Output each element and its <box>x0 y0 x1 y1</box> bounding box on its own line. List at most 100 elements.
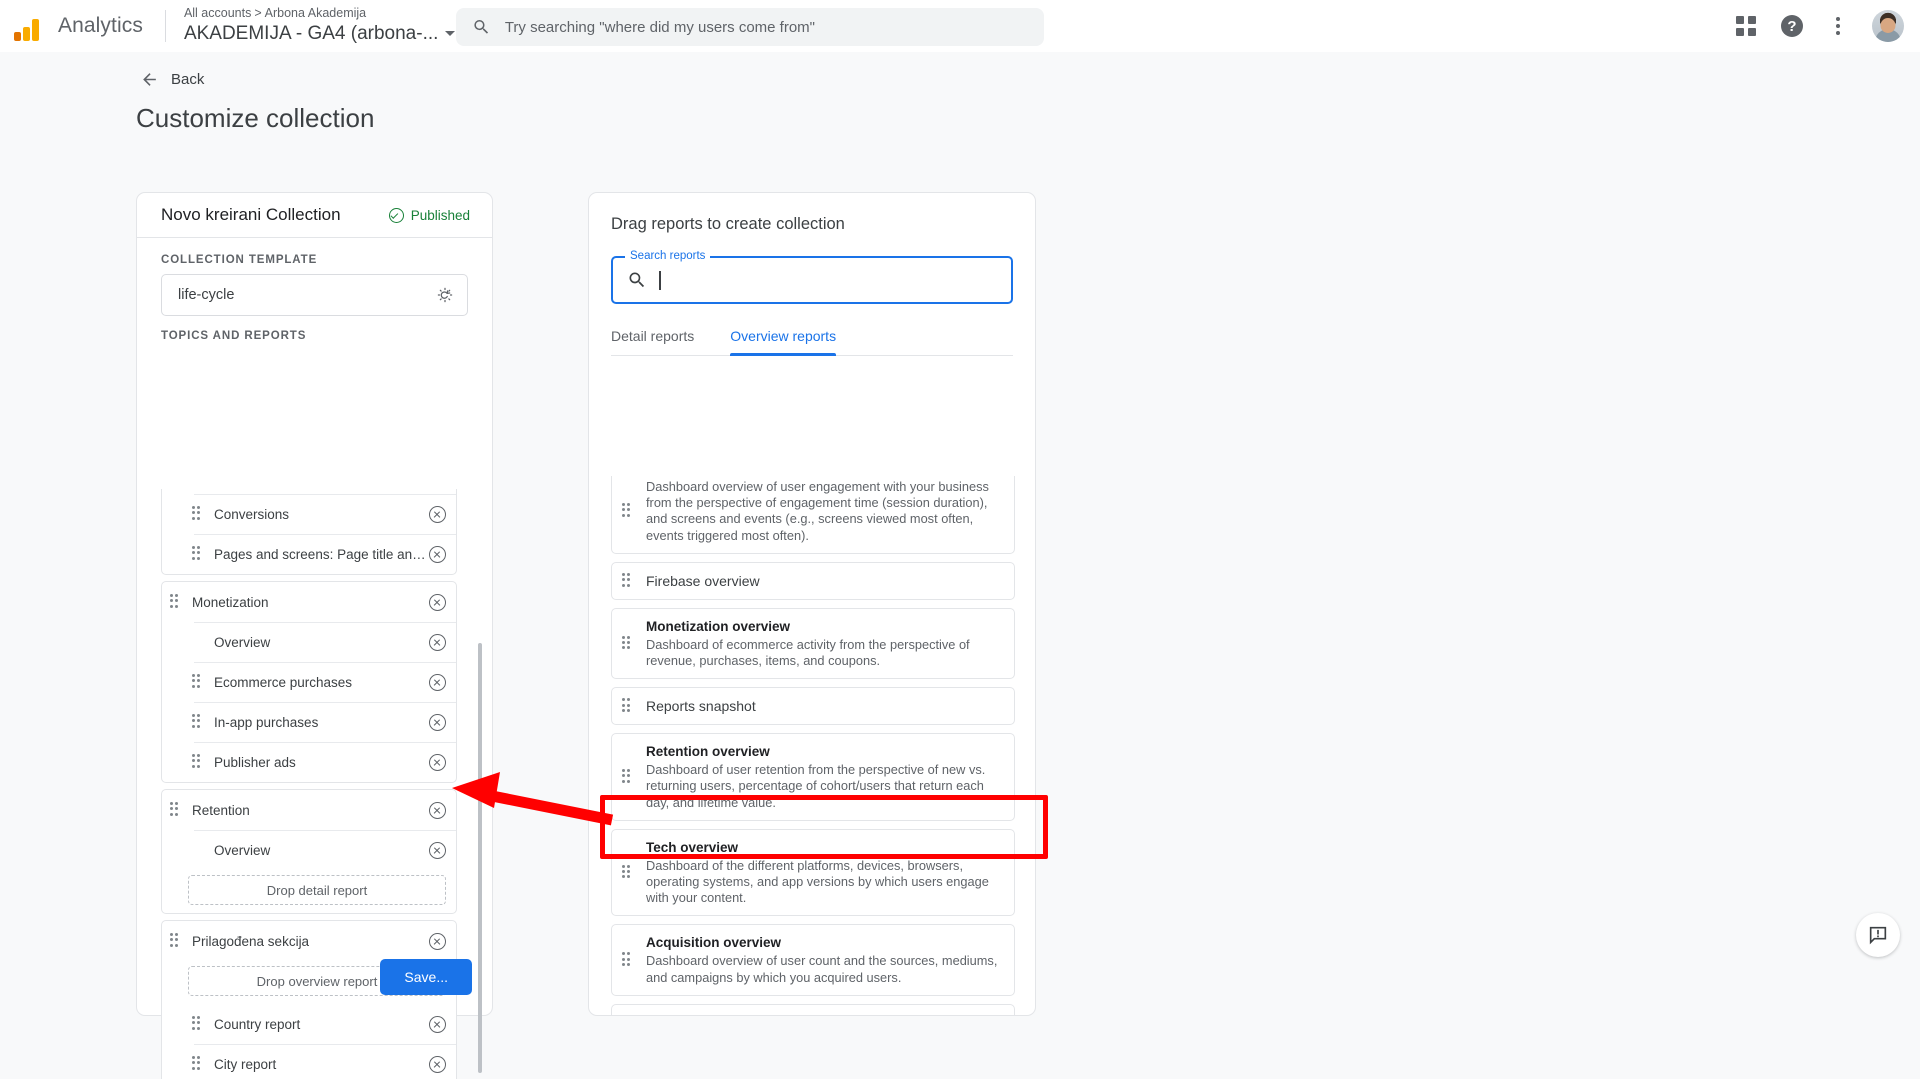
chevron-down-icon[interactable] <box>445 31 456 36</box>
drop-zone[interactable]: Drop detail report <box>188 875 446 905</box>
topics-and-reports-label: TOPICS AND REPORTS <box>161 330 307 342</box>
report-card[interactable]: Engagement overviewDashboard overview of… <box>611 1003 1015 1016</box>
account-breadcrumb: All accounts > Arbona Akademija <box>184 5 455 21</box>
search-reports-input[interactable] <box>672 272 1003 288</box>
avatar[interactable] <box>1872 10 1904 42</box>
report-card-text: Monetization overview Dashboard of ecomme… <box>646 618 1000 669</box>
report-label: In-app purchases <box>214 714 319 730</box>
remove-icon[interactable] <box>429 545 446 563</box>
report-card[interactable]: Reports snapshot <box>611 687 1015 726</box>
save-button-wrap: Save... <box>380 959 472 995</box>
report-card-text: Engagement overviewDashboard overview of… <box>646 1014 1000 1016</box>
collection-name: Novo kreirani Collection <box>161 205 341 224</box>
remove-icon[interactable] <box>429 505 446 523</box>
report-row[interactable]: In-app purchases <box>162 702 456 742</box>
report-row[interactable]: Overview <box>162 622 456 662</box>
reset-template-icon[interactable] <box>436 286 454 304</box>
drag-handle-icon[interactable] <box>170 802 182 818</box>
feedback-button[interactable] <box>1856 913 1900 957</box>
drag-handle-icon[interactable] <box>622 952 634 968</box>
report-row[interactable]: Overview <box>162 830 456 870</box>
report-row[interactable]: City report <box>162 1044 456 1079</box>
report-card-title: Tech overview <box>646 839 739 855</box>
remove-icon[interactable] <box>429 1015 446 1033</box>
back-label: Back <box>171 71 205 88</box>
save-button[interactable]: Save... <box>380 959 472 995</box>
report-card[interactable]: Retention overview Dashboard of user rete… <box>611 733 1015 821</box>
drag-handle-icon[interactable] <box>622 572 634 589</box>
help-icon[interactable]: ? <box>1780 14 1804 38</box>
remove-icon[interactable] <box>429 801 446 819</box>
report-card-text: Acquisition overview Dashboard overview o… <box>646 934 1000 985</box>
drag-handle-icon[interactable] <box>622 502 634 519</box>
drag-handle-icon[interactable] <box>192 674 204 690</box>
report-card-description: Dashboard overview of user engagement wi… <box>646 479 989 543</box>
breadcrumb-all-accounts: All accounts <box>183 6 252 20</box>
drag-handle-icon[interactable] <box>622 864 634 881</box>
report-row[interactable]: Country report <box>162 1004 456 1044</box>
topic-row[interactable]: Prilagođena sekcija <box>162 921 456 961</box>
report-card-description: Dashboard of the different platforms, de… <box>646 857 989 906</box>
remove-icon[interactable] <box>429 841 446 859</box>
page-title: Customize collection <box>136 103 375 133</box>
remove-icon[interactable] <box>429 932 446 950</box>
drag-handle-icon[interactable] <box>170 933 182 949</box>
topic-group: Monetization Overview Ecommerce purchases I… <box>161 581 457 783</box>
remove-icon[interactable] <box>429 753 446 771</box>
drag-handle-icon[interactable] <box>192 546 204 562</box>
status-badge: Published <box>388 207 470 223</box>
report-card[interactable]: Firebase overview <box>611 561 1015 600</box>
remove-icon[interactable] <box>429 673 446 691</box>
report-card[interactable]: Tech overview Dashboard of the different … <box>611 828 1015 917</box>
report-label: Overview <box>214 842 271 858</box>
tab-overview-reports[interactable]: Overview reports <box>730 322 836 356</box>
report-card[interactable]: Monetization overview Dashboard of ecomme… <box>611 607 1015 680</box>
page-body: Back Customize collection Novo kreirani … <box>0 52 1920 1079</box>
search-input[interactable] <box>504 18 1028 36</box>
breadcrumb-account-name: Arbona Akademija <box>264 6 367 20</box>
back-button[interactable]: Back <box>140 70 204 89</box>
remove-icon[interactable] <box>429 1055 446 1073</box>
drag-handle-icon[interactable] <box>192 754 204 770</box>
tab-detail-reports[interactable]: Detail reports <box>611 322 694 355</box>
report-tabs: Detail reports Overview reports <box>611 322 1013 356</box>
report-card-title: Engagement overview <box>646 1014 1000 1016</box>
drag-handle-icon[interactable] <box>192 506 204 522</box>
drag-handle-icon[interactable] <box>622 698 634 714</box>
report-card-title: Reports snapshot <box>646 698 756 715</box>
report-card-title: Retention overview <box>646 744 770 760</box>
report-row[interactable]: Ecommerce purchases <box>162 662 456 702</box>
topic-row[interactable]: Retention <box>162 790 456 830</box>
report-card-description: Dashboard of user retention from the per… <box>646 762 986 810</box>
report-list-scroll[interactable]: Dashboard overview of user engagement wi… <box>611 476 1015 1016</box>
report-row[interactable]: Pages and screens: Page title and... <box>162 534 456 574</box>
global-search-bar[interactable] <box>456 8 1044 46</box>
apps-grid-icon[interactable] <box>1734 14 1758 38</box>
topic-label: Retention <box>192 802 250 818</box>
search-reports-field[interactable]: Search reports <box>611 250 1013 304</box>
left-panel-scrollbar[interactable] <box>478 643 482 1073</box>
report-picker-card: Drag reports to create collection Search… <box>588 192 1036 1016</box>
account-selector[interactable]: All accounts > Arbona Akademija AKADEMIJA … <box>184 5 456 46</box>
kebab-menu-icon[interactable] <box>1826 14 1850 38</box>
divider <box>137 237 492 238</box>
topic-row[interactable]: Monetization <box>162 582 456 622</box>
drag-handle-icon[interactable] <box>192 1056 204 1072</box>
report-row[interactable]: Conversions <box>162 494 456 534</box>
collection-template-field[interactable]: life-cycle <box>161 274 468 316</box>
remove-icon[interactable] <box>429 713 446 731</box>
drag-handle-icon[interactable] <box>192 714 204 730</box>
report-card-text: Retention overview Dashboard of user rete… <box>646 743 1000 811</box>
drag-handle-icon[interactable] <box>622 769 634 785</box>
search-reports-legend: Search reports <box>625 250 711 262</box>
feedback-icon <box>1869 926 1887 945</box>
report-card[interactable]: Dashboard overview of user engagement wi… <box>611 476 1015 554</box>
drag-handle-icon[interactable] <box>192 1016 204 1032</box>
report-card[interactable]: Acquisition overview Dashboard overview o… <box>611 924 1015 996</box>
remove-icon[interactable] <box>429 633 446 651</box>
report-card-title: Monetization overview <box>646 618 791 634</box>
drag-handle-icon[interactable] <box>170 594 182 610</box>
report-row[interactable]: Publisher ads <box>162 742 456 782</box>
remove-icon[interactable] <box>429 593 446 611</box>
drag-handle-icon[interactable] <box>622 635 634 652</box>
